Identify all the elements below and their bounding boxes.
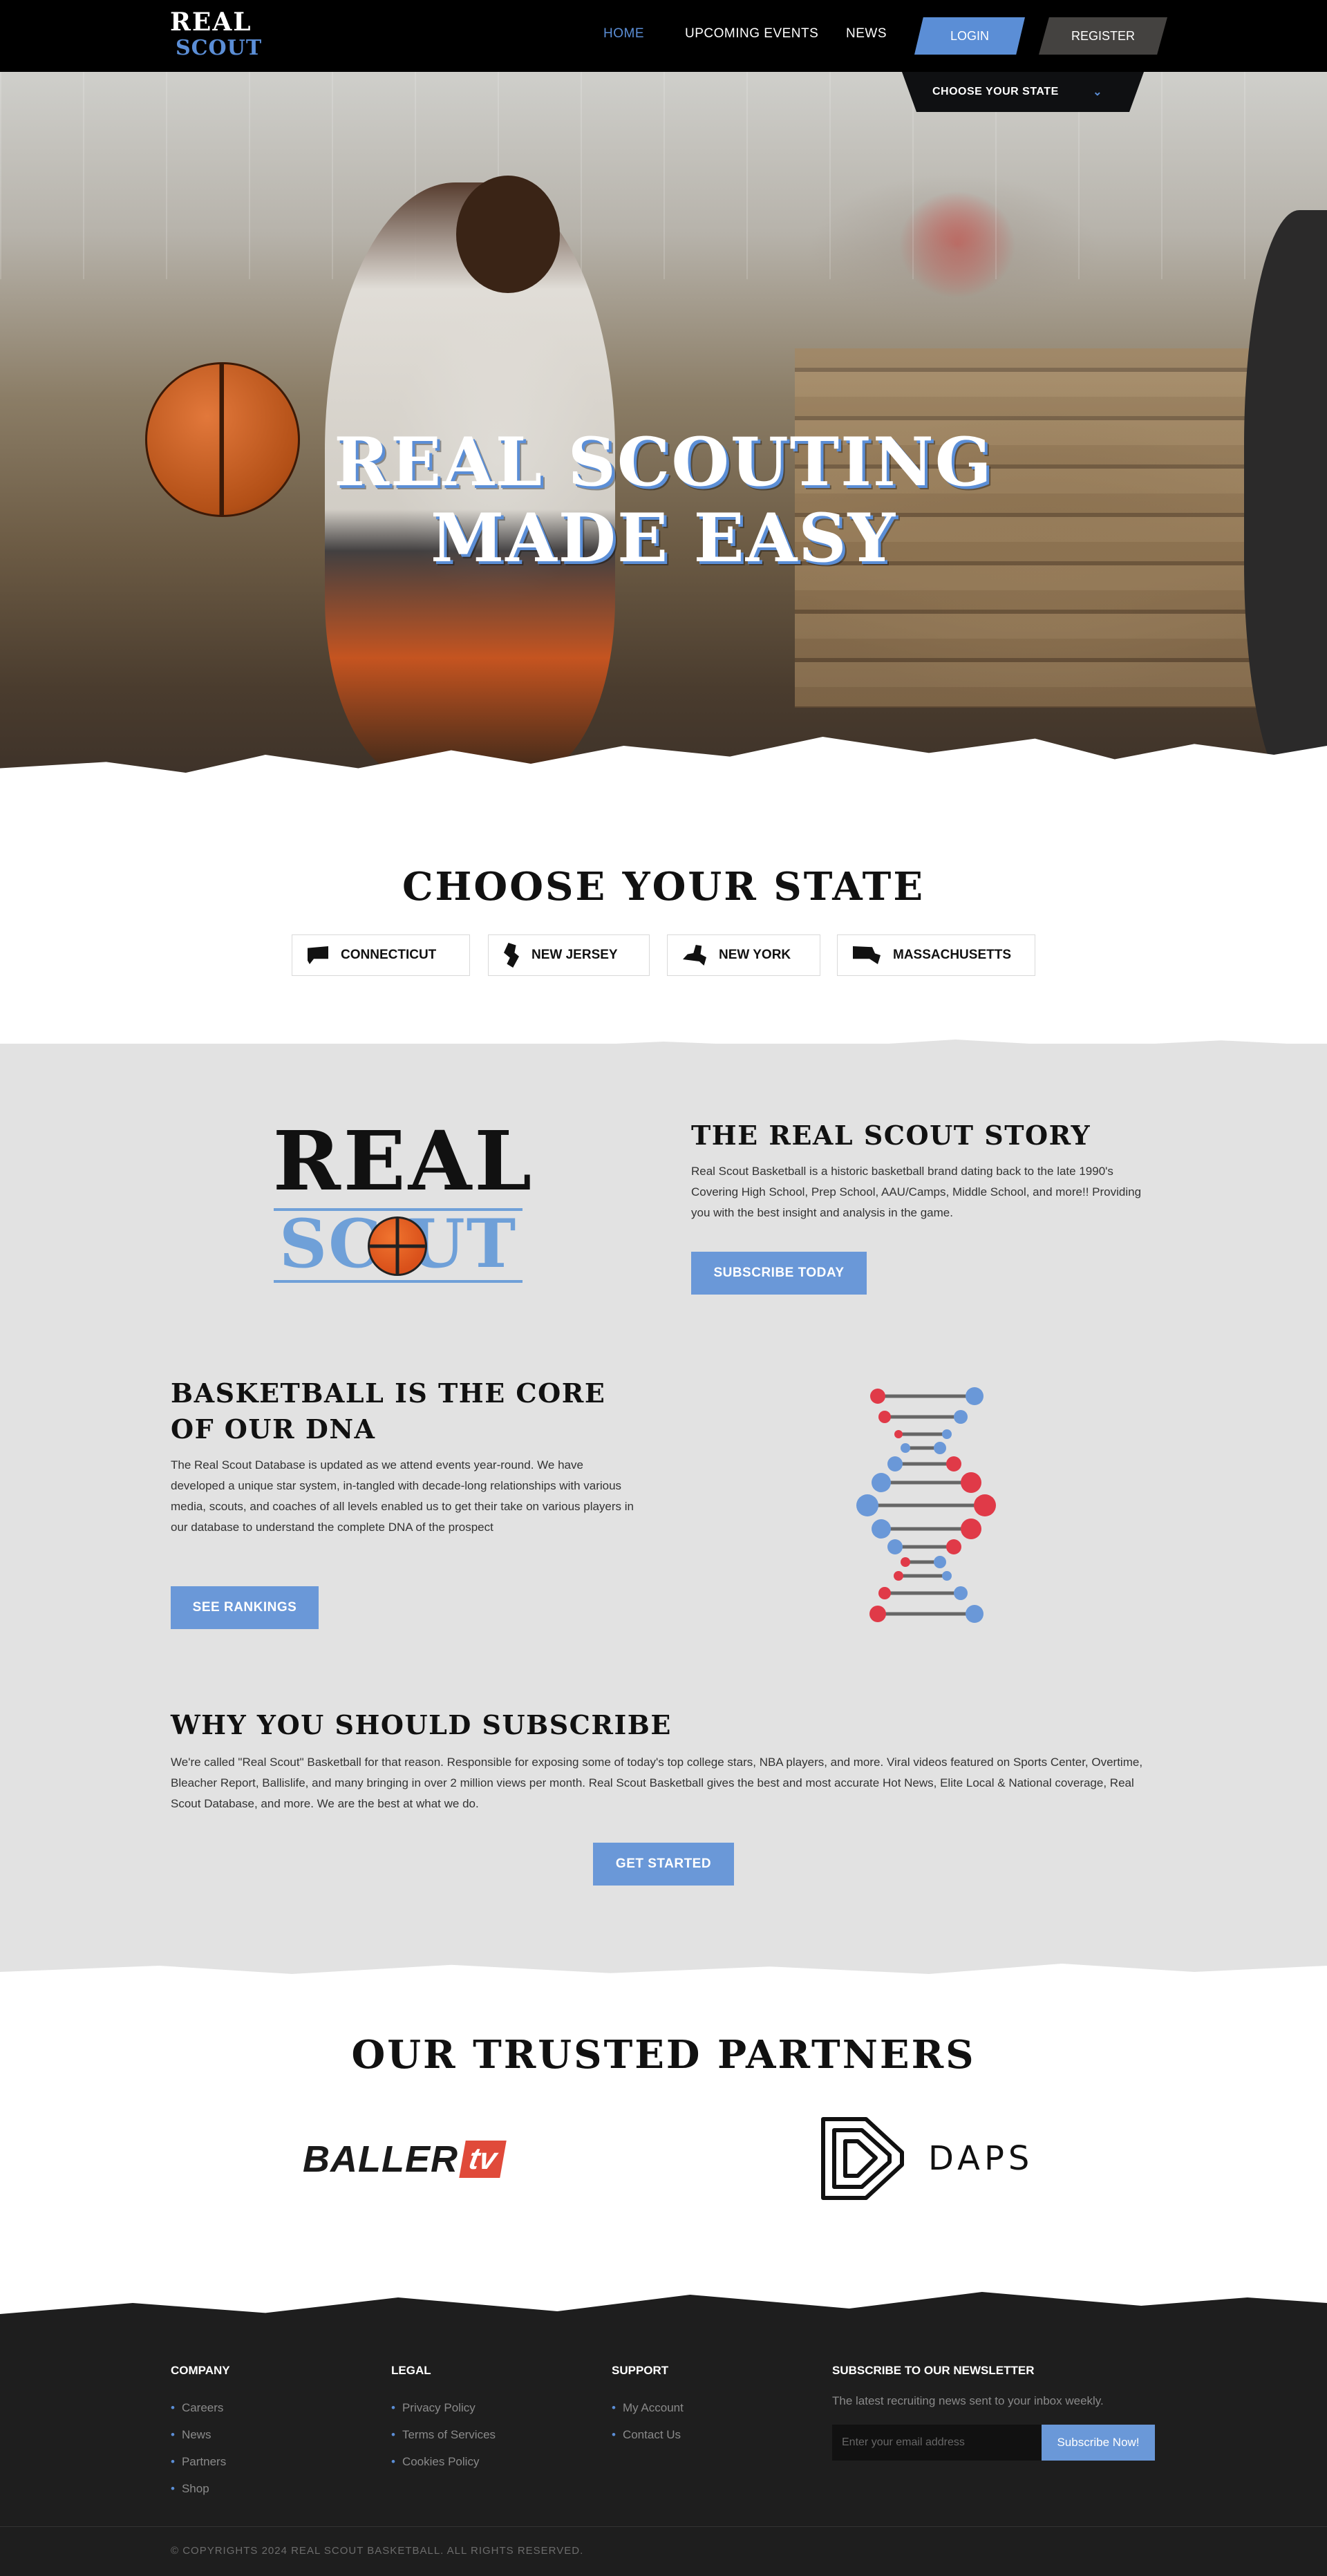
logo-bottom-text: SCOUT — [176, 36, 263, 60]
hero-title: REAL SCOUTING MADE EASY — [0, 424, 1327, 576]
footer-link-cookies[interactable]: Cookies Policy — [391, 2448, 496, 2475]
story-text: Real Scout Basketball is a historic bask… — [691, 1165, 1142, 1219]
chevron-down-icon: ⌄ — [1093, 86, 1102, 98]
newsletter-description: The latest recruiting news sent to your … — [832, 2394, 1104, 2407]
state-button-new-york[interactable]: NEW YORK — [667, 934, 820, 976]
state-label: NEW JERSEY — [531, 948, 618, 962]
footer-link-contact[interactable]: Contact Us — [612, 2421, 684, 2448]
footer-link-shop[interactable]: Shop — [171, 2475, 230, 2502]
footer-heading: SUBSCRIBE TO OUR NEWSLETTER — [832, 2364, 1035, 2377]
connecticut-icon — [308, 946, 328, 964]
top-navigation: REAL SCOUT HOME UPCOMING EVENTS NEWS LOG… — [0, 0, 1327, 72]
footer-support-column: SUPPORT My Account Contact Us — [612, 2364, 684, 2448]
ballertv-logo-tv: tv — [459, 2141, 507, 2178]
see-rankings-button[interactable]: SEE RANKINGS — [171, 1586, 319, 1629]
get-started-button[interactable]: GET STARTED — [593, 1843, 734, 1886]
hero-title-line1: REAL SCOUTING — [334, 423, 993, 501]
footer-link-terms[interactable]: Terms of Services — [391, 2421, 496, 2448]
logo-top-text: REAL — [170, 8, 252, 37]
footer-heading: SUPPORT — [612, 2364, 669, 2377]
register-button[interactable]: REGISTER — [1039, 17, 1167, 55]
copyright-text: © COPYRIGHTS 2024 REAL SCOUT BASKETBALL.… — [171, 2545, 584, 2557]
footer-heading: COMPANY — [171, 2364, 230, 2377]
footer-link-news[interactable]: News — [171, 2421, 230, 2448]
ballertv-logo-text: BALLER — [303, 2138, 458, 2180]
real-scout-logo: REAL SC UT — [252, 1120, 556, 1292]
footer-link-my-account[interactable]: My Account — [612, 2394, 684, 2421]
why-subscribe-text: We're called "Real Scout" Basketball for… — [171, 1756, 1143, 1810]
footer-legal-column: LEGAL Privacy Policy Terms of Services C… — [391, 2364, 496, 2475]
footer-company-column: COMPANY Careers News Partners Shop — [171, 2364, 230, 2502]
footer-divider — [0, 2526, 1327, 2527]
footer-link-careers[interactable]: Careers — [171, 2394, 230, 2421]
state-label: CONNECTICUT — [341, 948, 437, 962]
state-label: MASSACHUSETTS — [893, 948, 1012, 962]
footer-link-privacy-policy[interactable]: Privacy Policy — [391, 2394, 496, 2421]
choose-state-dropdown-label: CHOOSE YOUR STATE — [932, 86, 1059, 97]
dna-text: The Real Scout Database is updated as we… — [171, 1458, 634, 1534]
daps-logo[interactable]: DAPS — [818, 2114, 1033, 2203]
massachusetts-icon — [853, 946, 881, 964]
partners-title: OUR TRUSTED PARTNERS — [351, 2032, 976, 2078]
why-subscribe-title: WHY YOU SHOULD SUBSCRIBE — [171, 1709, 672, 1740]
newsletter-email-input[interactable] — [832, 2425, 1042, 2461]
logo-rule — [274, 1280, 523, 1283]
site-logo[interactable]: REAL SCOUT — [170, 8, 267, 64]
daps-logo-text: DAPS — [928, 2139, 1034, 2178]
footer-newsletter: SUBSCRIBE TO OUR NEWSLETTER The latest r… — [832, 2364, 1155, 2461]
state-button-new-jersey[interactable]: NEW JERSEY — [488, 934, 650, 976]
nav-link-upcoming-events[interactable]: UPCOMING EVENTS — [685, 26, 818, 41]
dna-icon — [856, 1387, 996, 1623]
hero-banner: REAL SCOUTING MADE EASY — [0, 72, 1327, 798]
state-button-connecticut[interactable]: CONNECTICUT — [292, 934, 470, 976]
footer-heading: LEGAL — [391, 2364, 431, 2377]
ballertv-logo[interactable]: BALLER tv — [303, 2138, 507, 2180]
player-head — [456, 176, 560, 293]
torn-edge-divider — [0, 2292, 1327, 2336]
choose-state-dropdown[interactable]: CHOOSE YOUR STATE ⌄ — [902, 72, 1144, 112]
new-jersey-icon — [504, 943, 519, 968]
nav-link-news[interactable]: NEWS — [846, 26, 887, 41]
new-york-icon — [683, 945, 706, 966]
hero-title-line2: MADE EASY — [430, 499, 897, 577]
state-selector: CONNECTICUT NEW JERSEY NEW YORK MASSACHU… — [292, 934, 1035, 976]
login-button[interactable]: LOGIN — [914, 17, 1025, 55]
nav-link-home[interactable]: HOME — [603, 26, 644, 41]
newsletter-form: Subscribe Now! — [832, 2425, 1155, 2461]
newsletter-subscribe-button[interactable]: Subscribe Now! — [1042, 2425, 1155, 2461]
story-title: THE REAL SCOUT STORY — [691, 1120, 1091, 1151]
logo-top-text: REAL — [272, 1113, 535, 1209]
state-label: NEW YORK — [719, 948, 791, 962]
basketball-icon — [368, 1216, 427, 1276]
subscribe-today-button[interactable]: SUBSCRIBE TODAY — [691, 1252, 867, 1295]
daps-logo-icon — [821, 2117, 904, 2200]
state-button-massachusetts[interactable]: MASSACHUSETTS — [837, 934, 1035, 976]
torn-edge-divider — [0, 1949, 1327, 1974]
dna-title: BASKETBALL IS THE CORE OF OUR DNA — [171, 1378, 606, 1445]
footer-link-partners[interactable]: Partners — [171, 2448, 230, 2475]
choose-state-title: CHOOSE YOUR STATE — [402, 864, 925, 910]
